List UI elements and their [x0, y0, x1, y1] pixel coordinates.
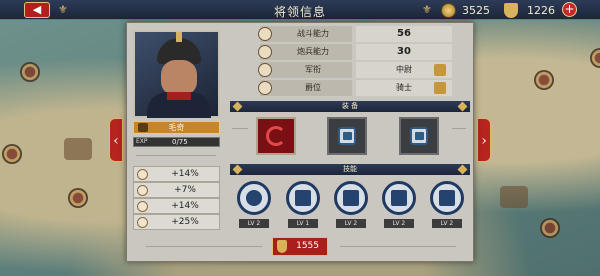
- rank-icon: [258, 63, 272, 77]
- rank-chevron-icon: [434, 64, 446, 76]
- medal-amount: 1226: [527, 4, 555, 17]
- divider: [340, 246, 456, 247]
- equipment-slot-1[interactable]: [256, 117, 296, 155]
- divider: [232, 128, 248, 129]
- exp-value: 0/75: [172, 138, 188, 146]
- divider: [452, 128, 466, 129]
- skill-2[interactable]: [286, 181, 320, 215]
- map-city-marker: [534, 70, 554, 90]
- general-name-bar: 毛奇: [133, 121, 220, 134]
- flag-skill-icon: [439, 190, 455, 206]
- previous-general-button[interactable]: ‹: [109, 118, 123, 162]
- skill-level: LV 2: [384, 219, 414, 228]
- medal-icon: [504, 3, 518, 18]
- bonus-value: +14%: [171, 169, 199, 179]
- fortress-skill-icon: [295, 190, 311, 206]
- stat-label: 炮兵能力: [260, 44, 352, 60]
- header-ornament-icon: [457, 101, 468, 112]
- general-portrait: [133, 30, 220, 118]
- fleur-de-lis-icon: ⚜: [422, 3, 432, 16]
- stat-label: 军衔: [260, 62, 352, 78]
- upgrade-cost: 1555: [296, 241, 319, 251]
- header-ornament-icon: [232, 101, 243, 112]
- skills-header: 技能: [230, 164, 470, 175]
- add-currency-button[interactable]: +: [562, 2, 577, 17]
- map-unit-marker: [500, 186, 528, 208]
- equipment-slot-2[interactable]: [327, 117, 367, 155]
- map-city-marker: [590, 48, 600, 68]
- map-city-marker: [2, 144, 22, 164]
- combat-icon: [258, 27, 272, 41]
- infantry-bonus-icon: [137, 169, 148, 180]
- artillery-bonus-icon: [137, 185, 148, 196]
- map-unit-marker: [64, 138, 92, 160]
- skills-header-label: 技能: [343, 165, 357, 173]
- stat-value: 56: [356, 26, 452, 42]
- stat-row-artillery: 炮兵能力 30: [232, 44, 464, 60]
- map-city-marker: [540, 218, 560, 238]
- rank-insignia-icon: [138, 123, 148, 132]
- header-ornament-icon: [232, 164, 243, 175]
- cavalry-bonus-icon: [137, 201, 148, 212]
- back-arrow-icon: ◀: [32, 3, 42, 16]
- stat-row-rank: 军衔 中尉: [232, 62, 464, 78]
- top-bar: ◀ ⚜ 将领信息 ⚜ 3525 1226 +: [0, 0, 600, 20]
- bonus-row: +14%: [133, 198, 220, 214]
- game-screen: ◀ ⚜ 将领信息 ⚜ 3525 1226 + ‹ › 毛奇 EXP 0/75 +…: [0, 0, 600, 276]
- bonus-row: +14%: [133, 166, 220, 182]
- stat-label: 战斗能力: [260, 26, 352, 42]
- bonus-value: +14%: [171, 201, 199, 211]
- general-name: 毛奇: [168, 123, 185, 132]
- skill-1[interactable]: [237, 181, 271, 215]
- header-ornament-icon: [457, 164, 468, 175]
- equipment-emblem-icon: [266, 126, 286, 146]
- gold-coin-icon: [441, 3, 456, 18]
- map-city-marker: [68, 188, 88, 208]
- divider: [136, 155, 216, 156]
- bonus-value: +7%: [174, 185, 196, 195]
- chevron-left-icon: ‹: [113, 133, 119, 149]
- stat-label: 爵位: [260, 80, 352, 96]
- bonus-row: +7%: [133, 182, 220, 198]
- skill-level: LV 1: [288, 219, 318, 228]
- artillery-icon: [258, 45, 272, 59]
- bugle-skill-icon: [391, 190, 407, 206]
- next-general-button[interactable]: ›: [477, 118, 491, 162]
- gold-amount: 3525: [462, 4, 490, 17]
- skill-4[interactable]: [382, 181, 416, 215]
- page-title: 将领信息: [273, 5, 326, 19]
- upgrade-button[interactable]: 1555: [272, 237, 328, 256]
- equipment-header: 装 备: [230, 101, 470, 112]
- noble-title-icon: [434, 82, 446, 94]
- title-icon: [258, 81, 272, 95]
- skill-level: LV 2: [239, 219, 269, 228]
- skill-level: LV 2: [432, 219, 462, 228]
- skill-5[interactable]: [430, 181, 464, 215]
- cannonball-skill-icon: [246, 190, 262, 206]
- fleur-de-lis-icon: ⚜: [58, 3, 68, 16]
- medal-icon: [277, 240, 287, 253]
- skill-3[interactable]: [334, 181, 368, 215]
- chevron-right-icon: ›: [481, 133, 487, 149]
- bonus-value: +25%: [171, 217, 199, 227]
- bonus-row: +25%: [133, 214, 220, 230]
- exp-bar: EXP 0/75: [133, 137, 220, 147]
- bayonet-skill-icon: [343, 190, 359, 206]
- equipment-header-label: 装 备: [341, 102, 359, 110]
- exp-label: EXP: [136, 138, 148, 145]
- stat-value: 30: [356, 44, 452, 60]
- back-button[interactable]: ◀: [24, 2, 50, 18]
- stat-row-title: 爵位 骑士: [232, 80, 464, 96]
- defense-bonus-icon: [137, 217, 148, 228]
- divider: [146, 246, 262, 247]
- equipment-slot-3[interactable]: [399, 117, 439, 155]
- stat-row-combat: 战斗能力 56: [232, 26, 464, 42]
- map-city-marker: [20, 62, 40, 82]
- skill-level: LV 2: [336, 219, 366, 228]
